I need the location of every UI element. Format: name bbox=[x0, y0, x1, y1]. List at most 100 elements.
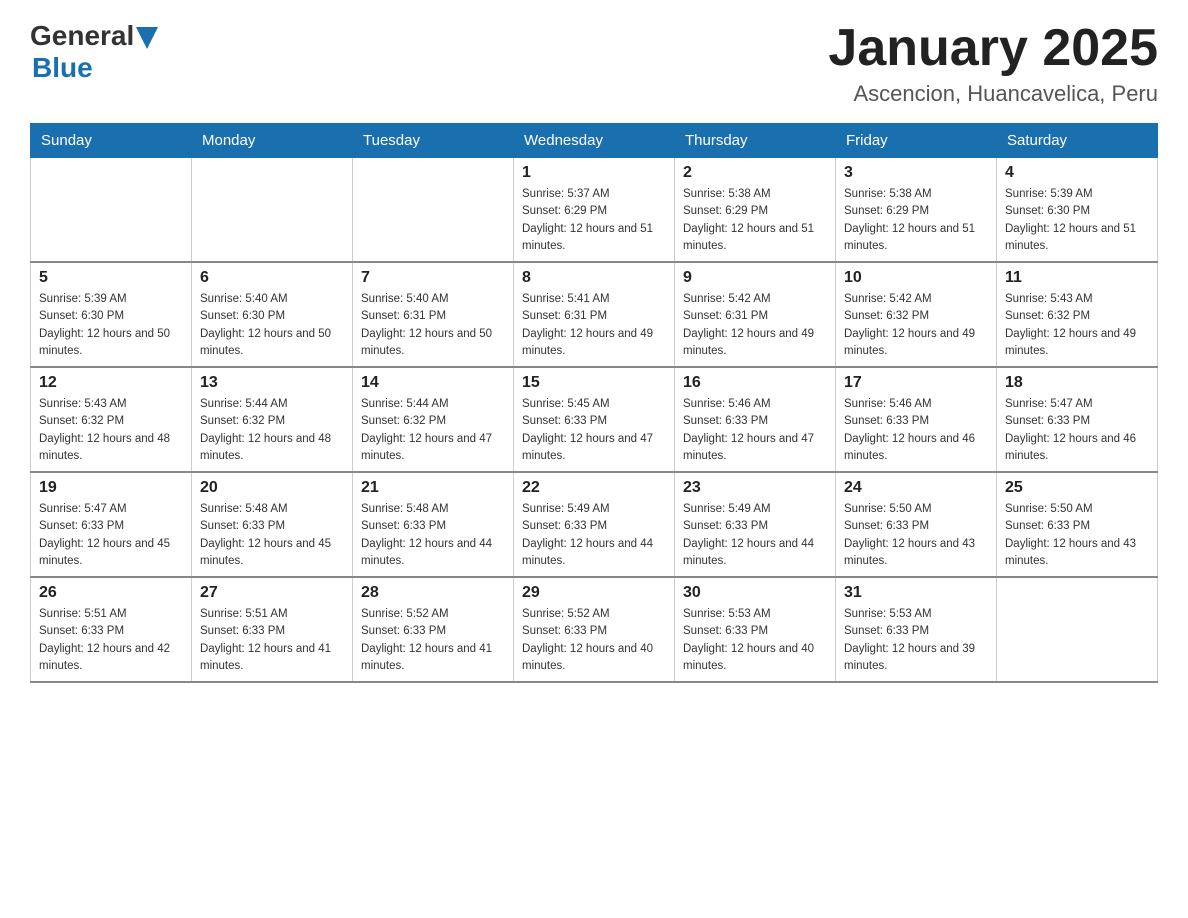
day-info: Sunrise: 5:38 AMSunset: 6:29 PMDaylight:… bbox=[844, 186, 988, 255]
day-number: 8 bbox=[522, 269, 666, 287]
calendar-cell: 11 Sunrise: 5:43 AMSunset: 6:32 PMDayligh… bbox=[997, 262, 1158, 367]
calendar-cell: 19Sunrise: 5:47 AMSunset: 6:33 PMDayligh… bbox=[31, 472, 192, 577]
day-number: 21 bbox=[361, 479, 505, 497]
weekday-header-row: SundayMondayTuesdayWednesdayThursdayFrid… bbox=[31, 124, 1158, 158]
day-info: Sunrise: 5:46 AMSunset: 6:33 PMDaylight:… bbox=[683, 396, 827, 465]
calendar-cell: 15Sunrise: 5:45 AMSunset: 6:33 PMDayligh… bbox=[514, 367, 675, 472]
calendar-cell: 16 Sunrise: 5:46 AMSunset: 6:33 PMDayligh… bbox=[675, 367, 836, 472]
title-area: January 2025 Ascencion, Huancavelica, Pe… bbox=[828, 20, 1158, 107]
weekday-header-monday: Monday bbox=[192, 124, 353, 158]
day-info: Sunrise: 5:48 AMSunset: 6:33 PMDaylight:… bbox=[200, 501, 344, 570]
day-number: 11 bbox=[1005, 269, 1149, 287]
calendar-week-2: 5 Sunrise: 5:39 AMSunset: 6:30 PMDaylight… bbox=[31, 262, 1158, 367]
day-info: Sunrise: 5:53 AMSunset: 6:33 PMDaylight:… bbox=[683, 606, 827, 675]
day-number: 23 bbox=[683, 479, 827, 497]
day-number: 28 bbox=[361, 584, 505, 602]
calendar-cell: 22Sunrise: 5:49 AMSunset: 6:33 PMDayligh… bbox=[514, 472, 675, 577]
day-number: 3 bbox=[844, 164, 988, 182]
day-info: Sunrise: 5:42 AMSunset: 6:31 PMDaylight:… bbox=[683, 291, 827, 360]
calendar-cell: 31Sunrise: 5:53 AMSunset: 6:33 PMDayligh… bbox=[836, 577, 997, 682]
calendar-cell: 21 Sunrise: 5:48 AMSunset: 6:33 PMDayligh… bbox=[353, 472, 514, 577]
day-number: 4 bbox=[1005, 164, 1149, 182]
weekday-header-friday: Friday bbox=[836, 124, 997, 158]
calendar-cell: 14 Sunrise: 5:44 AMSunset: 6:32 PMDayligh… bbox=[353, 367, 514, 472]
calendar-cell: 6Sunrise: 5:40 AMSunset: 6:30 PMDaylight… bbox=[192, 262, 353, 367]
calendar-cell: 18 Sunrise: 5:47 AMSunset: 6:33 PMDayligh… bbox=[997, 367, 1158, 472]
calendar-cell: 10Sunrise: 5:42 AMSunset: 6:32 PMDayligh… bbox=[836, 262, 997, 367]
day-info: Sunrise: 5:49 AMSunset: 6:33 PMDaylight:… bbox=[522, 501, 666, 570]
calendar-cell bbox=[192, 158, 353, 263]
day-info: Sunrise: 5:47 AMSunset: 6:33 PMDaylight:… bbox=[1005, 396, 1149, 465]
calendar-cell bbox=[31, 158, 192, 263]
day-number: 6 bbox=[200, 269, 344, 287]
day-number: 25 bbox=[1005, 479, 1149, 497]
calendar-cell: 7 Sunrise: 5:40 AMSunset: 6:31 PMDaylight… bbox=[353, 262, 514, 367]
calendar-cell: 2 Sunrise: 5:38 AMSunset: 6:29 PMDaylight… bbox=[675, 158, 836, 263]
calendar-cell: 24Sunrise: 5:50 AMSunset: 6:33 PMDayligh… bbox=[836, 472, 997, 577]
day-info: Sunrise: 5:52 AMSunset: 6:33 PMDaylight:… bbox=[361, 606, 505, 675]
page-header: General Blue January 2025 Ascencion, Hua… bbox=[30, 20, 1158, 107]
page-subtitle: Ascencion, Huancavelica, Peru bbox=[828, 81, 1158, 107]
calendar-cell: 4 Sunrise: 5:39 AMSunset: 6:30 PMDaylight… bbox=[997, 158, 1158, 263]
day-number: 26 bbox=[39, 584, 183, 602]
day-info: Sunrise: 5:40 AMSunset: 6:31 PMDaylight:… bbox=[361, 291, 505, 360]
day-info: Sunrise: 5:39 AMSunset: 6:30 PMDaylight:… bbox=[39, 291, 183, 360]
day-number: 12 bbox=[39, 374, 183, 392]
calendar-cell bbox=[353, 158, 514, 263]
calendar-cell bbox=[997, 577, 1158, 682]
day-number: 16 bbox=[683, 374, 827, 392]
day-info: Sunrise: 5:50 AMSunset: 6:33 PMDaylight:… bbox=[844, 501, 988, 570]
day-number: 7 bbox=[361, 269, 505, 287]
calendar-cell: 5 Sunrise: 5:39 AMSunset: 6:30 PMDaylight… bbox=[31, 262, 192, 367]
day-info: Sunrise: 5:51 AMSunset: 6:33 PMDaylight:… bbox=[200, 606, 344, 675]
calendar-table: SundayMondayTuesdayWednesdayThursdayFrid… bbox=[30, 123, 1158, 683]
day-number: 20 bbox=[200, 479, 344, 497]
calendar-cell: 1Sunrise: 5:37 AMSunset: 6:29 PMDaylight… bbox=[514, 158, 675, 263]
weekday-header-sunday: Sunday bbox=[31, 124, 192, 158]
page-title: January 2025 bbox=[828, 20, 1158, 77]
day-info: Sunrise: 5:38 AMSunset: 6:29 PMDaylight:… bbox=[683, 186, 827, 255]
day-number: 29 bbox=[522, 584, 666, 602]
calendar-cell: 3 Sunrise: 5:38 AMSunset: 6:29 PMDaylight… bbox=[836, 158, 997, 263]
calendar-cell: 23 Sunrise: 5:49 AMSunset: 6:33 PMDayligh… bbox=[675, 472, 836, 577]
calendar-week-5: 26 Sunrise: 5:51 AMSunset: 6:33 PMDayligh… bbox=[31, 577, 1158, 682]
day-info: Sunrise: 5:43 AMSunset: 6:32 PMDaylight:… bbox=[1005, 291, 1149, 360]
weekday-header-tuesday: Tuesday bbox=[353, 124, 514, 158]
logo-blue-text: Blue bbox=[32, 52, 93, 83]
calendar-cell: 30 Sunrise: 5:53 AMSunset: 6:33 PMDayligh… bbox=[675, 577, 836, 682]
calendar-cell: 12 Sunrise: 5:43 AMSunset: 6:32 PMDayligh… bbox=[31, 367, 192, 472]
logo-triangle-icon bbox=[136, 27, 158, 49]
day-info: Sunrise: 5:42 AMSunset: 6:32 PMDaylight:… bbox=[844, 291, 988, 360]
day-number: 27 bbox=[200, 584, 344, 602]
calendar-header: SundayMondayTuesdayWednesdayThursdayFrid… bbox=[31, 124, 1158, 158]
day-info: Sunrise: 5:39 AMSunset: 6:30 PMDaylight:… bbox=[1005, 186, 1149, 255]
day-info: Sunrise: 5:43 AMSunset: 6:32 PMDaylight:… bbox=[39, 396, 183, 465]
calendar-cell: 25 Sunrise: 5:50 AMSunset: 6:33 PMDayligh… bbox=[997, 472, 1158, 577]
calendar-body: 1Sunrise: 5:37 AMSunset: 6:29 PMDaylight… bbox=[31, 158, 1158, 683]
day-number: 15 bbox=[522, 374, 666, 392]
calendar-week-1: 1Sunrise: 5:37 AMSunset: 6:29 PMDaylight… bbox=[31, 158, 1158, 263]
day-info: Sunrise: 5:49 AMSunset: 6:33 PMDaylight:… bbox=[683, 501, 827, 570]
day-number: 17 bbox=[844, 374, 988, 392]
day-info: Sunrise: 5:48 AMSunset: 6:33 PMDaylight:… bbox=[361, 501, 505, 570]
calendar-cell: 17 Sunrise: 5:46 AMSunset: 6:33 PMDayligh… bbox=[836, 367, 997, 472]
calendar-cell: 29Sunrise: 5:52 AMSunset: 6:33 PMDayligh… bbox=[514, 577, 675, 682]
calendar-cell: 27 Sunrise: 5:51 AMSunset: 6:33 PMDayligh… bbox=[192, 577, 353, 682]
weekday-header-thursday: Thursday bbox=[675, 124, 836, 158]
day-number: 5 bbox=[39, 269, 183, 287]
day-number: 18 bbox=[1005, 374, 1149, 392]
weekday-header-wednesday: Wednesday bbox=[514, 124, 675, 158]
weekday-header-saturday: Saturday bbox=[997, 124, 1158, 158]
calendar-cell: 28 Sunrise: 5:52 AMSunset: 6:33 PMDayligh… bbox=[353, 577, 514, 682]
day-info: Sunrise: 5:46 AMSunset: 6:33 PMDaylight:… bbox=[844, 396, 988, 465]
day-info: Sunrise: 5:44 AMSunset: 6:32 PMDaylight:… bbox=[361, 396, 505, 465]
day-number: 2 bbox=[683, 164, 827, 182]
calendar-cell: 20 Sunrise: 5:48 AMSunset: 6:33 PMDayligh… bbox=[192, 472, 353, 577]
day-info: Sunrise: 5:50 AMSunset: 6:33 PMDaylight:… bbox=[1005, 501, 1149, 570]
calendar-cell: 26Sunrise: 5:51 AMSunset: 6:33 PMDayligh… bbox=[31, 577, 192, 682]
day-number: 19 bbox=[39, 479, 183, 497]
calendar-cell: 8Sunrise: 5:41 AMSunset: 6:31 PMDaylight… bbox=[514, 262, 675, 367]
day-number: 14 bbox=[361, 374, 505, 392]
day-number: 9 bbox=[683, 269, 827, 287]
day-number: 30 bbox=[683, 584, 827, 602]
